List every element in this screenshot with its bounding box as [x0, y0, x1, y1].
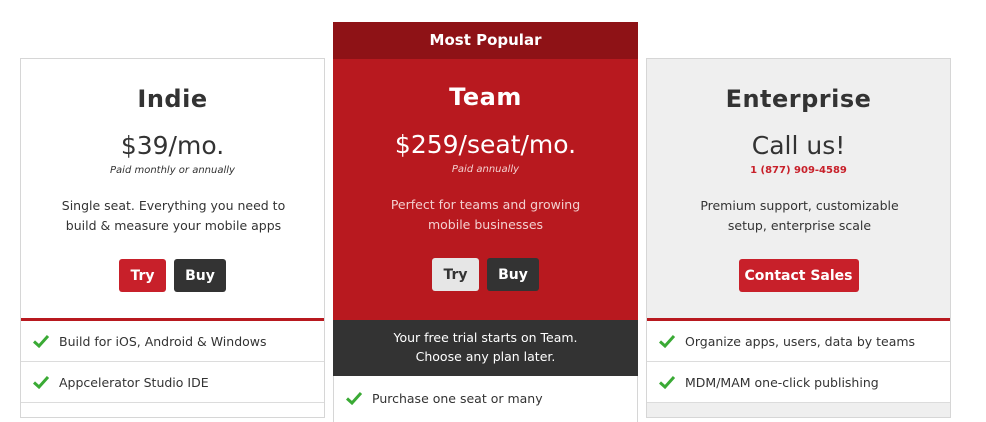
buy-button[interactable]: Buy	[487, 258, 539, 291]
check-icon	[33, 375, 49, 389]
try-button[interactable]: Try	[432, 258, 479, 291]
feature-list: Organize apps, users, data by teams MDM/…	[647, 321, 950, 403]
trial-notice: Your free trial starts on Team. Choose a…	[333, 320, 638, 376]
plan-card-indie: Indie $39/mo. Paid monthly or annually S…	[20, 58, 325, 418]
list-item: Build for iOS, Android & Windows	[21, 321, 324, 362]
feature-list: Purchase one seat or many	[333, 376, 638, 422]
plan-price: $259/seat/mo.	[394, 130, 577, 159]
plan-description: Perfect for teams and growing mobile bus…	[390, 197, 581, 232]
plan-title: Indie	[137, 85, 208, 113]
check-icon	[33, 334, 49, 348]
plan-title: Enterprise	[725, 85, 872, 113]
check-icon	[659, 334, 675, 348]
most-popular-ribbon: Most Popular	[333, 22, 638, 59]
contact-sales-button[interactable]: Contact Sales	[738, 259, 859, 292]
list-item: MDM/MAM one-click publishing	[647, 362, 950, 403]
plan-actions: Contact Sales	[647, 259, 950, 292]
feature-list: Build for iOS, Android & Windows Appcele…	[21, 321, 324, 403]
plan-actions: Try Buy	[21, 259, 324, 292]
plan-title: Team	[449, 83, 522, 111]
plan-price: Call us!	[751, 131, 846, 160]
list-item: Purchase one seat or many	[334, 376, 637, 420]
plan-price: $39/mo.	[120, 131, 225, 160]
price-note: Paid annually	[451, 164, 520, 175]
check-icon	[659, 375, 675, 389]
plan-description: Single seat. Everything you need to buil…	[61, 198, 286, 233]
try-button[interactable]: Try	[119, 259, 166, 292]
price-note: Paid monthly or annually	[110, 165, 235, 176]
list-item: Appcelerator Studio IDE	[21, 362, 324, 403]
list-item: Organize apps, users, data by teams	[647, 321, 950, 362]
phone-number: 1 (877) 909-4589	[750, 165, 847, 176]
buy-button[interactable]: Buy	[174, 259, 226, 292]
check-icon	[346, 391, 362, 405]
plan-card-enterprise: Enterprise Call us! 1 (877) 909-4589 Pre…	[646, 58, 951, 418]
plan-card-team: Most Popular Team $259/seat/mo. Paid ann…	[333, 22, 638, 422]
plan-actions: Try Buy	[333, 258, 638, 291]
plan-description: Premium support, customizable setup, ent…	[700, 198, 899, 233]
